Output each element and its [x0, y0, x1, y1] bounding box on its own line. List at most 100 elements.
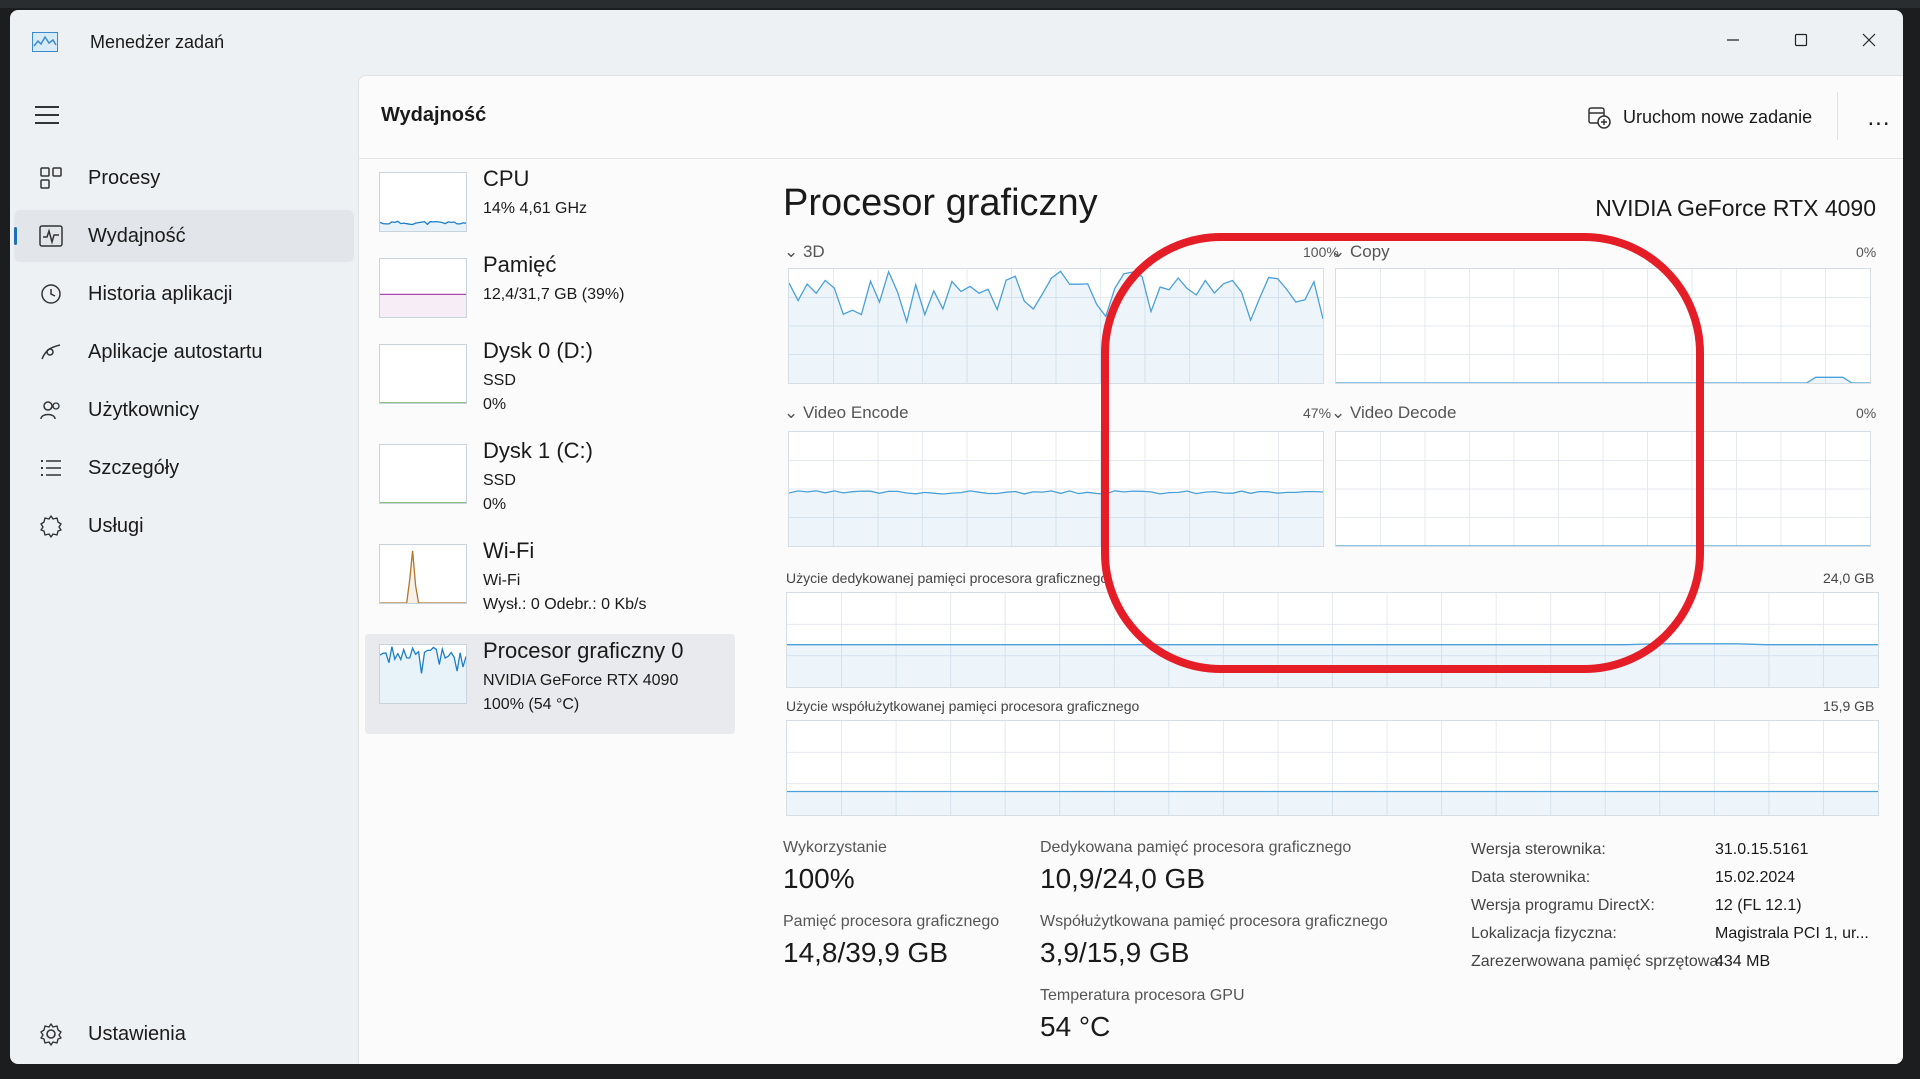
device-item[interactable]: CPU 14% 4,61 GHz: [365, 162, 735, 262]
device-item[interactable]: Dysk 1 (C:) SSD 0%: [365, 434, 735, 534]
minimize-button[interactable]: [1703, 20, 1763, 60]
device-usage: 0%: [483, 496, 507, 513]
gear-icon: [40, 1023, 62, 1046]
close-button[interactable]: [1839, 20, 1899, 60]
info-value: 434 MB: [1715, 953, 1771, 970]
page-title: Wydajność: [381, 104, 487, 126]
device-name: CPU: [483, 166, 530, 191]
sidebar-item-label: Procesy: [88, 166, 161, 189]
sidebar-item-label: Historia aplikacji: [88, 282, 233, 305]
run-new-task-label: Uruchom nowe zadanie: [1623, 106, 1813, 127]
info-key: Data sterownika:: [1471, 869, 1591, 886]
shared-memory-area: [787, 791, 1878, 815]
close-icon: [1862, 33, 1876, 47]
device-usage: Wysł.: 0 Odebr.: 0 Kb/s: [483, 596, 647, 613]
dedicated-memory-graph: [786, 592, 1879, 688]
sidebar-item-autostart[interactable]: Aplikacje autostartu: [14, 326, 354, 378]
users-icon: [40, 401, 60, 420]
sidebar-item-szczegoly[interactable]: Szczegóły: [14, 442, 354, 494]
engine-video-decode-graph: [1335, 431, 1871, 547]
startup-icon: [41, 344, 61, 360]
sidebar-item-historia[interactable]: Historia aplikacji: [14, 268, 354, 320]
device-thumbnail-graph: [379, 544, 467, 604]
task-manager-window: Menedżer zadań Procesy Wydajność Historia …: [10, 10, 1903, 1064]
device-detail: SSD: [483, 372, 516, 389]
shared-memory-label: Użycie współużytkowanej pamięci procesor…: [786, 698, 1140, 714]
shared-gpu-memory-label: Współużytkowana pamięć procesora graficz…: [1040, 913, 1388, 930]
engine-video-decode-percent: 0%: [1856, 405, 1877, 421]
dedicated-memory-max: 24,0 GB: [1823, 570, 1875, 586]
device-item[interactable]: Procesor graficzny 0 NVIDIA GeForce RTX 4…: [365, 634, 735, 734]
info-key: Zarezerwowana pamięć sprzętowa:: [1471, 953, 1723, 970]
device-thumbnail-graph: [379, 344, 467, 404]
info-value: 31.0.15.5161: [1715, 841, 1809, 858]
engine-video-encode-area: [789, 490, 1323, 546]
gpu-memory-label: Pamięć procesora graficznego: [783, 913, 1000, 930]
services-icon: [40, 515, 62, 538]
content-header: Wydajność Uruchom nowe zadanie ...: [359, 76, 1903, 159]
device-detail: NVIDIA GeForce RTX 4090: [483, 672, 679, 689]
active-indicator: [14, 227, 17, 245]
menu-toggle-button[interactable]: [32, 102, 62, 128]
sidebar-item-procesy[interactable]: Procesy: [14, 152, 354, 204]
utilization-value: 100%: [783, 863, 855, 894]
device-detail: SSD: [483, 472, 516, 489]
engine-3d-label[interactable]: ⌄ 3D: [784, 242, 825, 262]
engine-video-encode-percent: 47%: [1303, 405, 1332, 421]
sidebar-item-uslugi[interactable]: Usługi: [14, 500, 354, 552]
device-item[interactable]: Dysk 0 (D:) SSD 0%: [365, 334, 735, 434]
device-thumbnail-area: [380, 550, 466, 603]
title-bar: Menedżer zadań: [10, 10, 1903, 70]
device-name: Dysk 1 (C:): [483, 438, 593, 463]
new-task-icon: [1588, 107, 1611, 129]
settings-button[interactable]: Ustawienia: [14, 1008, 354, 1060]
utilization-label: Wykorzystanie: [783, 839, 887, 856]
info-value: 12 (FL 12.1): [1715, 897, 1802, 914]
device-name: Pamięć: [483, 252, 557, 277]
device-detail: 12,4/31,7 GB (39%): [483, 286, 625, 303]
gpu-temperature-label: Temperatura procesora GPU: [1040, 987, 1245, 1004]
run-new-task-button[interactable]: Uruchom nowe zadanie: [1587, 97, 1812, 137]
sidebar-item-label: Usługi: [88, 514, 144, 537]
sidebar-item-label: Użytkownicy: [88, 398, 200, 421]
device-item[interactable]: Wi-Fi Wi-Fi Wysł.: 0 Odebr.: 0 Kb/s: [365, 534, 735, 634]
history-icon: [41, 284, 61, 304]
device-name: Wi-Fi: [483, 538, 535, 563]
shared-gpu-memory-value: 3,9/15,9 GB: [1040, 937, 1190, 968]
gpu-memory-value: 14,8/39,9 GB: [783, 937, 949, 968]
info-key: Wersja sterownika:: [1471, 841, 1606, 858]
sidebar-item-wydajnosc[interactable]: Wydajność: [14, 210, 354, 262]
info-key: Lokalizacja fizyczna:: [1471, 925, 1617, 942]
performance-icon: [39, 225, 63, 247]
engine-video-encode-label[interactable]: ⌄ Video Encode: [784, 403, 909, 423]
sidebar-item-uzytkownicy[interactable]: Użytkownicy: [14, 384, 354, 436]
gpu-title: Procesor graficzny: [783, 182, 1098, 224]
engine-3d-graph: [788, 268, 1324, 384]
maximize-button[interactable]: [1771, 20, 1831, 60]
more-options-button[interactable]: ...: [1857, 98, 1901, 138]
dedicated-gpu-memory-value: 10,9/24,0 GB: [1040, 863, 1206, 894]
device-thumbnail-area: [380, 294, 466, 317]
engine-video-decode-label[interactable]: ⌄ Video Decode: [1331, 403, 1456, 423]
engine-copy-label[interactable]: ⌄ Copy: [1331, 242, 1390, 262]
dedicated-memory-area: [787, 643, 1878, 687]
settings-label: Ustawienia: [88, 1022, 186, 1045]
gpu-temperature-value: 54 °C: [1040, 1011, 1111, 1042]
sidebar-item-label: Aplikacje autostartu: [88, 340, 263, 363]
device-item[interactable]: Pamięć 12,4/31,7 GB (39%): [365, 248, 735, 348]
shared-memory-graph: [786, 720, 1879, 816]
device-thumbnail-graph: [379, 644, 467, 704]
device-thumbnail-line: [380, 550, 466, 603]
device-usage: 100% (54 °C): [483, 696, 580, 713]
window-title: Menedżer zadań: [90, 32, 225, 52]
device-name: Dysk 0 (D:): [483, 338, 593, 363]
engine-copy-graph: [1335, 268, 1871, 384]
gpu-model: NVIDIA GeForce RTX 4090: [1595, 195, 1876, 221]
device-thumbnail-graph: [379, 172, 467, 232]
sidebar-item-label: Szczegóły: [88, 456, 180, 479]
info-value: Magistrala PCI 1, ur...: [1715, 925, 1869, 942]
shared-memory-max: 15,9 GB: [1823, 698, 1875, 714]
header-divider: [1837, 92, 1838, 140]
performance-panel: Wydajność Uruchom nowe zadanie ... CPU 14…: [358, 75, 1903, 1064]
details-icon: [41, 460, 61, 476]
